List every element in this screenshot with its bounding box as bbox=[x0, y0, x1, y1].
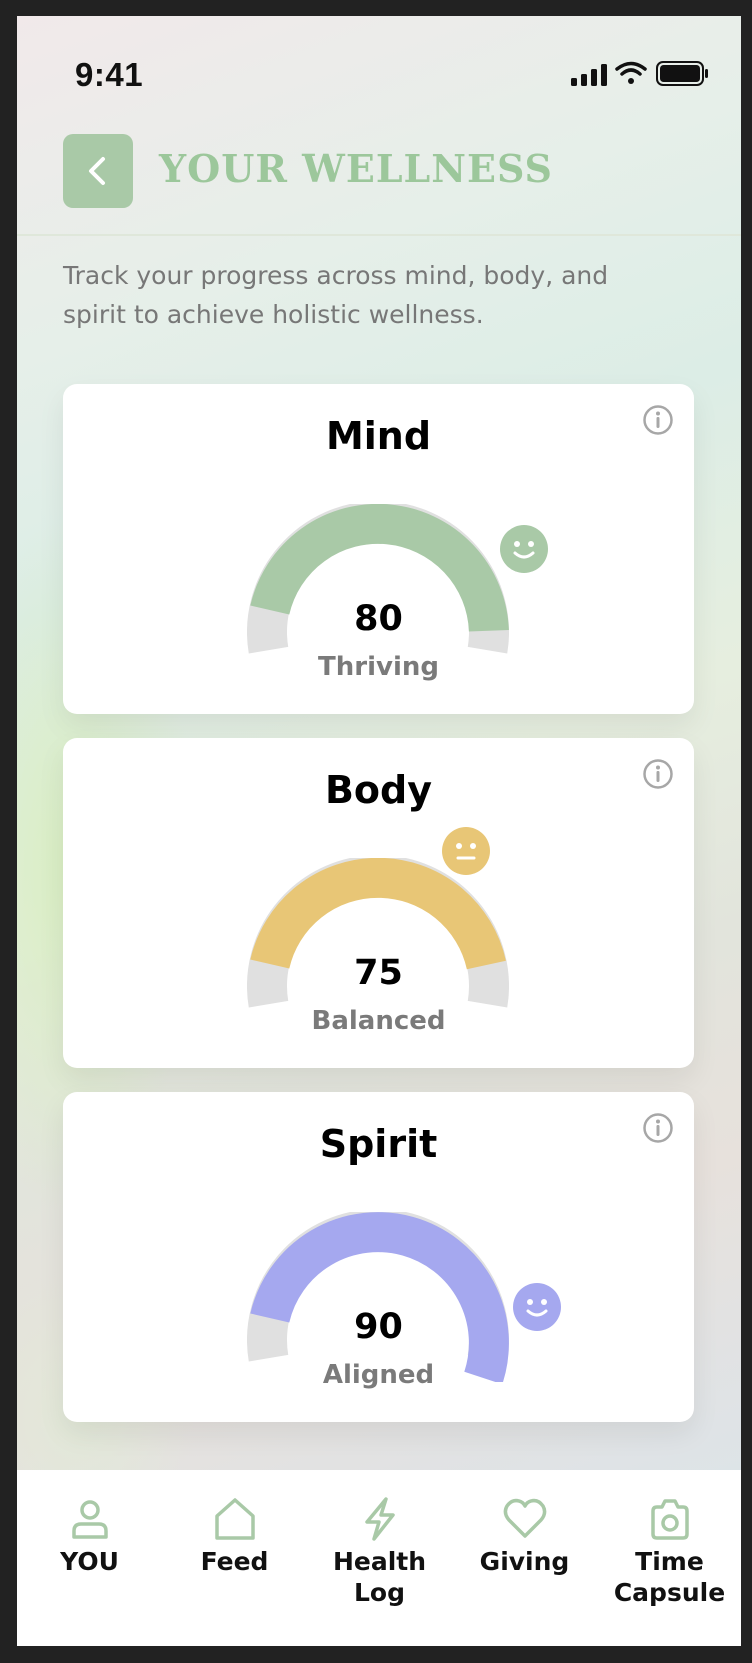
heart-icon bbox=[503, 1498, 546, 1538]
smile-icon bbox=[500, 525, 548, 573]
mind-card[interactable]: Mind 80 Thriving bbox=[63, 384, 694, 714]
battery-icon bbox=[656, 61, 708, 86]
header-divider bbox=[17, 234, 741, 236]
home-icon bbox=[214, 1498, 255, 1540]
spirit-status: Aligned bbox=[322, 1360, 435, 1390]
back-button[interactable] bbox=[63, 134, 133, 208]
status-bar: 9:41 bbox=[17, 16, 741, 106]
spirit-score: 90 bbox=[354, 1307, 403, 1347]
signal-icon bbox=[571, 64, 607, 86]
card-title: Spirit bbox=[319, 1122, 438, 1166]
nav-item-time-capsule[interactable]: Time Capsule bbox=[597, 1496, 741, 1608]
nav-label: Giving bbox=[479, 1547, 570, 1576]
bottom-nav: YOU Feed Health Log Giving Time Capsule bbox=[17, 1470, 741, 1646]
chevron-left-icon bbox=[89, 157, 105, 185]
info-icon[interactable] bbox=[642, 1112, 674, 1144]
spirit-gauge bbox=[247, 1212, 509, 1382]
nav-item-health-log[interactable]: Health Log bbox=[307, 1496, 452, 1608]
nav-item-you[interactable]: YOU bbox=[17, 1496, 162, 1577]
mind-status: Thriving bbox=[318, 652, 439, 682]
phone-screen: 9:41 YOUR WELLNESS Track your progress a… bbox=[17, 16, 741, 1646]
info-icon[interactable] bbox=[642, 758, 674, 790]
nav-label: Feed bbox=[200, 1547, 269, 1576]
status-icons bbox=[571, 60, 711, 92]
neutral-face-icon bbox=[442, 827, 490, 875]
nav-item-feed[interactable]: Feed bbox=[162, 1496, 307, 1577]
mind-gauge bbox=[247, 504, 509, 654]
body-card[interactable]: Body 75 Balanced bbox=[63, 738, 694, 1068]
body-score: 75 bbox=[354, 953, 403, 993]
person-icon bbox=[71, 1500, 108, 1539]
nav-item-giving[interactable]: Giving bbox=[452, 1496, 597, 1577]
lightning-icon bbox=[364, 1497, 395, 1541]
spirit-gauge-fill bbox=[250, 1212, 509, 1382]
info-icon[interactable] bbox=[642, 404, 674, 436]
status-time: 9:41 bbox=[75, 56, 144, 93]
mind-score: 80 bbox=[354, 599, 403, 639]
intro-text: Track your progress across mind, body, a… bbox=[63, 261, 609, 329]
nav-label: Health Log bbox=[332, 1547, 427, 1607]
body-gauge bbox=[247, 858, 509, 1008]
page-title: YOUR WELLNESS bbox=[159, 146, 554, 191]
card-title: Mind bbox=[325, 414, 432, 458]
nav-label: Time Capsule bbox=[613, 1547, 726, 1607]
header: YOUR WELLNESS bbox=[17, 114, 741, 236]
card-title: Body bbox=[324, 768, 433, 812]
wifi-icon bbox=[615, 61, 647, 84]
spirit-card[interactable]: Spirit 90 Aligned bbox=[63, 1092, 694, 1422]
body-status: Balanced bbox=[311, 1006, 446, 1036]
camera-icon bbox=[650, 1499, 689, 1540]
nav-label: YOU bbox=[60, 1547, 119, 1576]
body-gauge-fill bbox=[250, 858, 506, 970]
